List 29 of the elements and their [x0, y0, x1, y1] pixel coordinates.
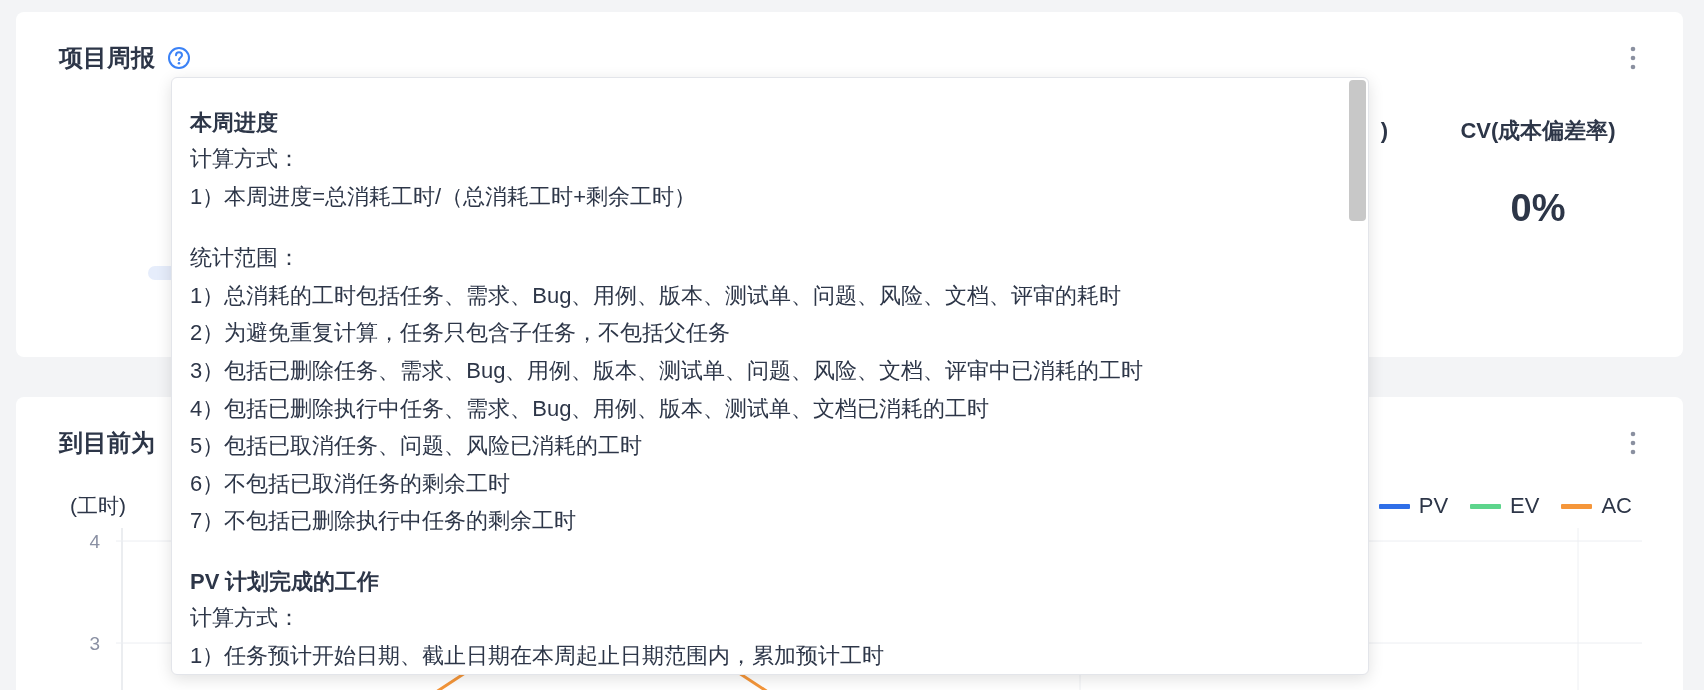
scrollbar-thumb[interactable] — [1349, 80, 1366, 221]
tooltip-subtitle: 统计范围： — [190, 244, 301, 273]
legend-label[interactable]: AC — [1601, 493, 1632, 519]
metric-label: ) — [1380, 117, 1388, 145]
tooltip-text: 5）包括已取消任务、问题、风险已消耗的工时 — [190, 432, 644, 461]
tooltip-text: 2）为避免重复计算，任务只包含子任务，不包括父任务 — [190, 319, 732, 348]
tooltip-heading: PV 计划完成的工作 — [190, 567, 381, 596]
tooltip-text: 4）包括已删除执行中任务、需求、Bug、用例、版本、测试单、文档已消耗的工时 — [190, 394, 991, 423]
help-icon[interactable] — [167, 46, 191, 70]
tooltip-text: 1）本周进度=总消耗工时/（总消耗工时+剩余工时） — [190, 182, 698, 211]
tooltip-text: 3）包括已删除任务、需求、Bug、用例、版本、测试单、问题、风险、文档、评审中已消耗的工时 — [190, 356, 1145, 385]
more-icon[interactable] — [1630, 46, 1636, 70]
metric-label: CV(成本偏差率) — [1460, 117, 1616, 145]
tooltip-text: 6）不包括已取消任务的剩余工时 — [190, 469, 512, 498]
tooltip-text: 1）总消耗的工时包括任务、需求、Bug、用例、版本、测试单、问题、风险、文档、评审的耗时 — [190, 281, 1123, 310]
card-title: 项目周报 — [59, 44, 155, 72]
metric-value: 0% — [1510, 186, 1566, 231]
legend-label[interactable]: PV — [1418, 493, 1449, 519]
axis-tick-label: 4 — [89, 531, 100, 552]
legend-label[interactable]: EV — [1510, 493, 1540, 519]
axis-tick-label: 3 — [89, 633, 100, 654]
tooltip-subtitle: 计算方式： — [190, 603, 301, 632]
more-icon[interactable] — [1630, 431, 1636, 455]
card-title: 到目前为 — [59, 429, 155, 457]
tooltip-heading: 本周进度 — [190, 109, 279, 137]
tooltip-text: 7）不包括已删除执行中任务的剩余工时 — [190, 507, 578, 536]
tooltip-text: 1）任务预计开始日期、截止日期在本周起止日期范围内，累加预计工时 — [190, 641, 886, 670]
axis-unit: (工时) — [70, 493, 126, 519]
tooltip-subtitle: 计算方式： — [190, 145, 301, 173]
